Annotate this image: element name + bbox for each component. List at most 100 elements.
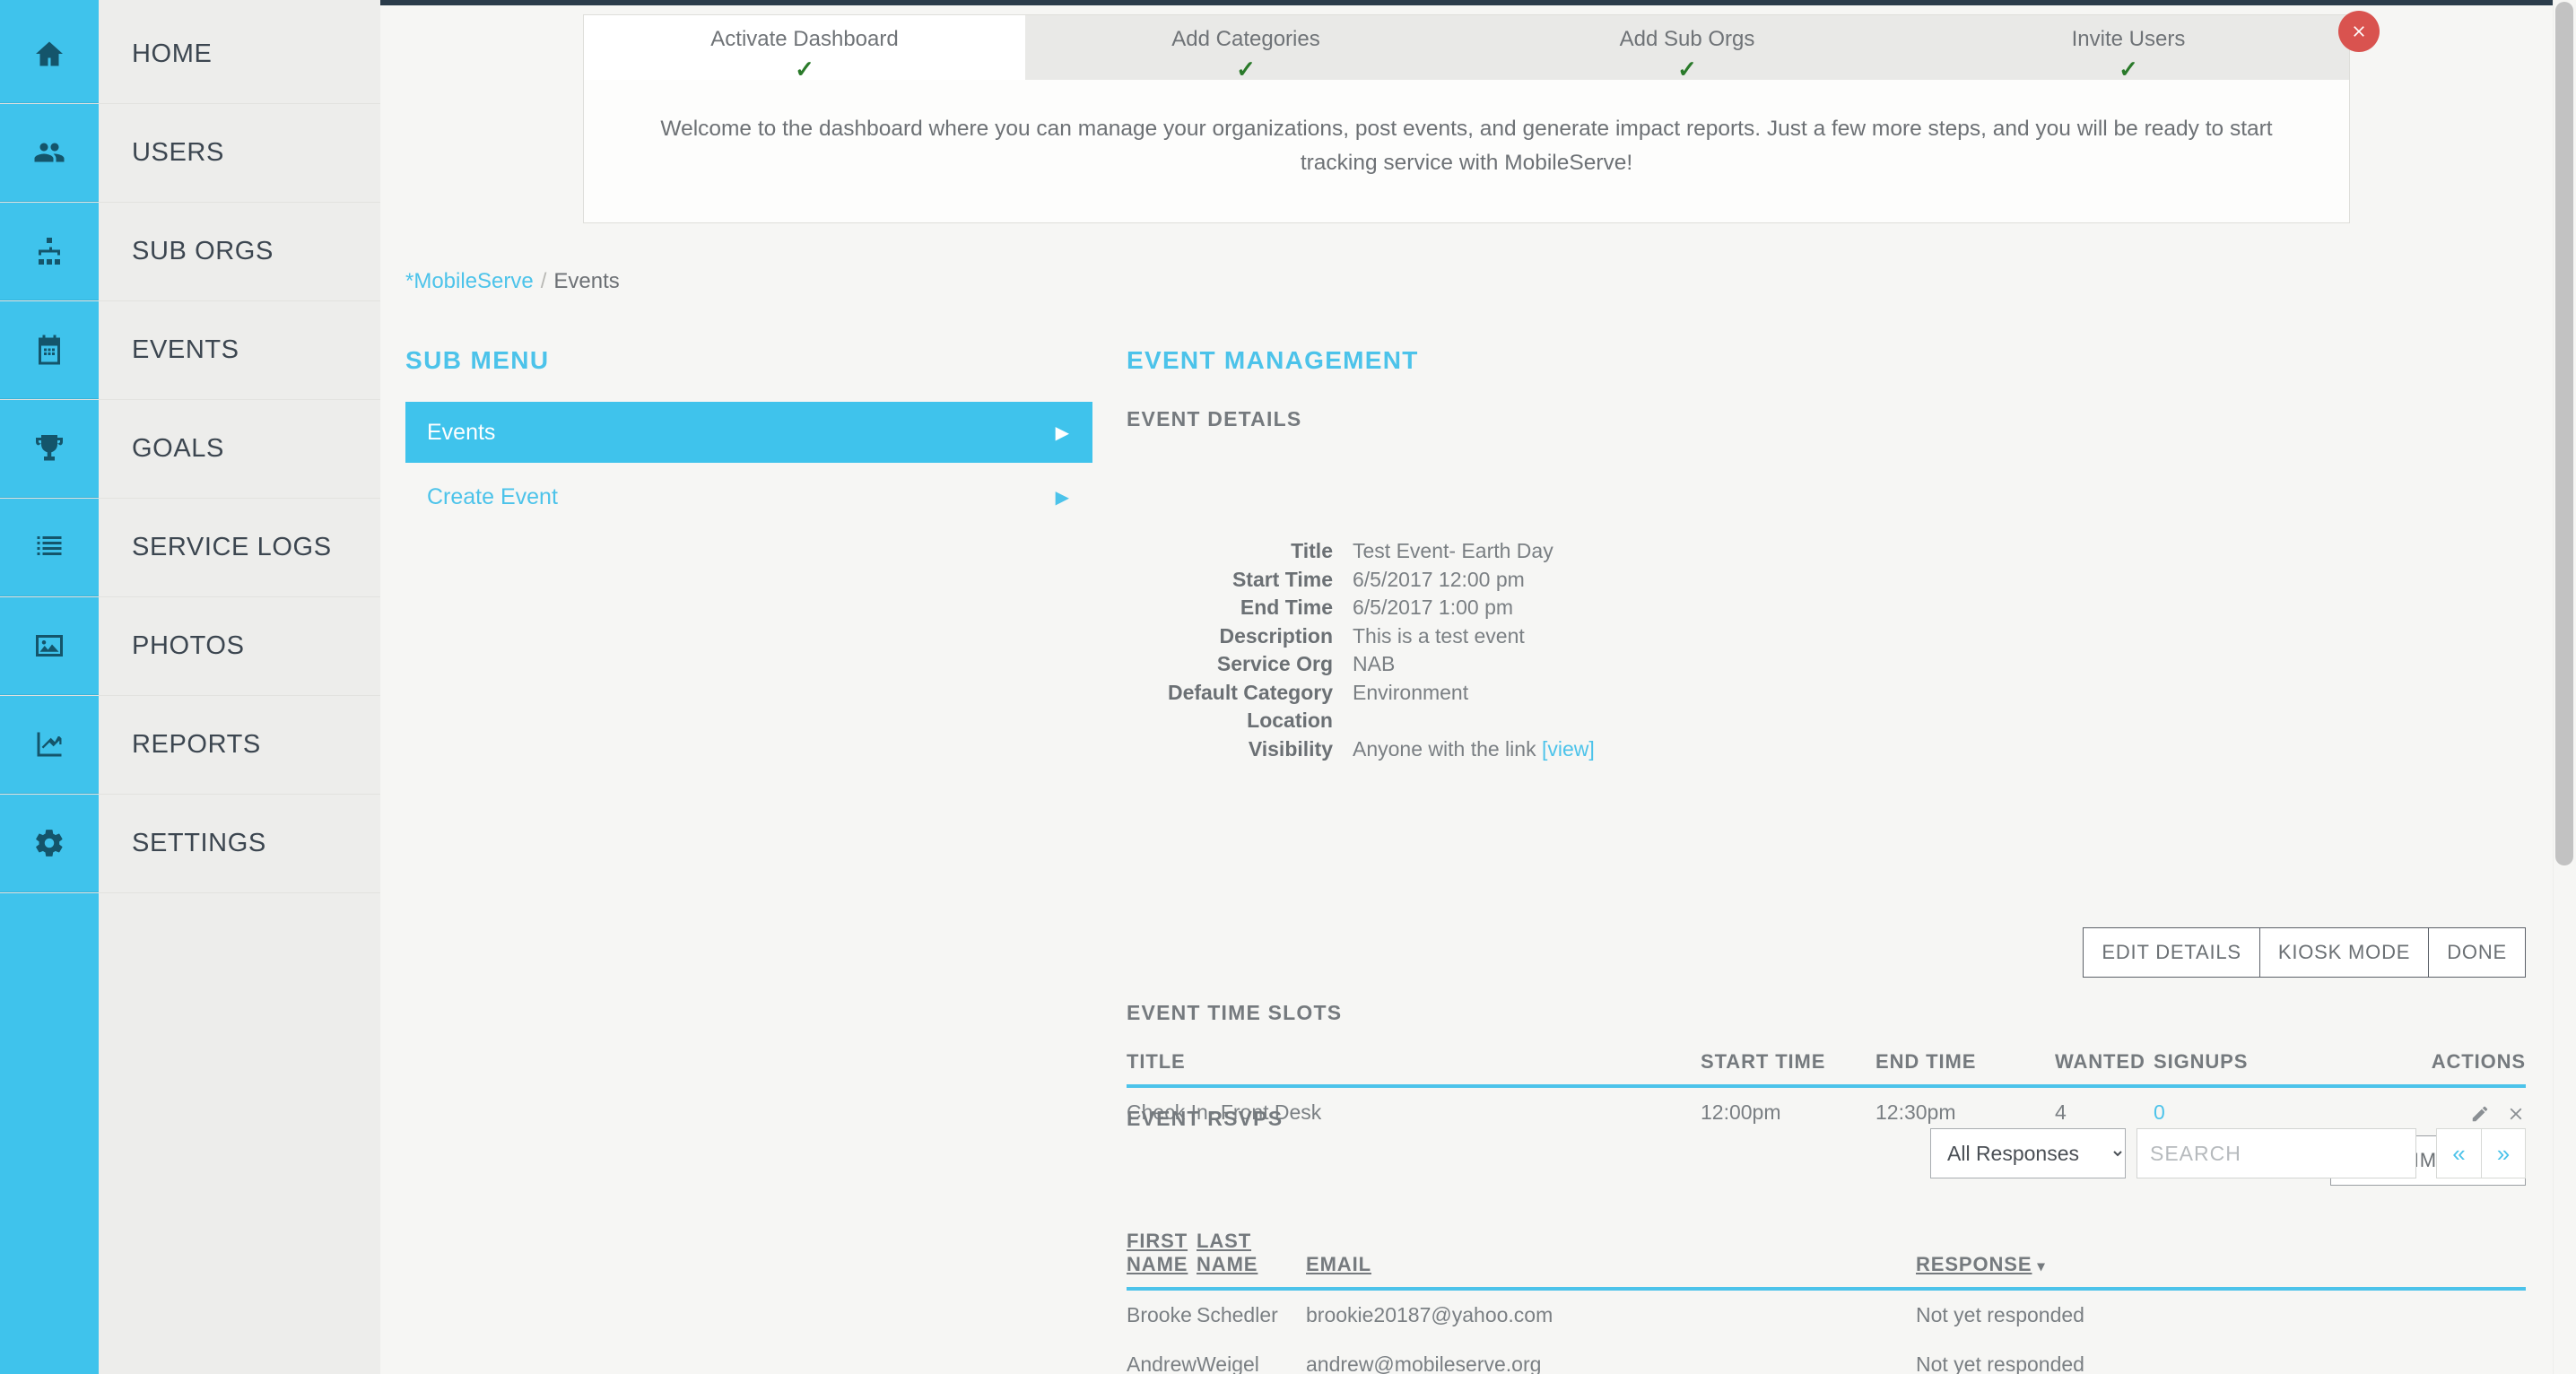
page-scrollbar-thumb[interactable] — [2555, 2, 2573, 865]
onboarding-panel: Activate Dashboard✓Add Categories✓Add Su… — [583, 14, 2350, 223]
rsvp-sort-link[interactable]: RESPONSE — [1916, 1253, 2032, 1275]
rsvp-sort-link[interactable]: LAST NAME — [1197, 1230, 1258, 1275]
detail-label: Title — [1127, 539, 1353, 563]
submenu-item-label: Create Event — [427, 484, 558, 510]
breadcrumb-root-link[interactable]: *MobileServe — [405, 269, 534, 293]
sidebar-item-label: EVENTS — [99, 301, 380, 399]
onboarding-tab-add-categories[interactable]: Add Categories✓ — [1025, 15, 1466, 80]
check-icon: ✓ — [795, 57, 814, 81]
onboarding-tab-activate-dashboard[interactable]: Activate Dashboard✓ — [584, 15, 1025, 80]
search-input[interactable] — [2137, 1128, 2416, 1178]
detail-label: End Time — [1127, 596, 1353, 620]
rsvp-last-name: Weigel — [1197, 1340, 1306, 1374]
detail-label: Description — [1127, 624, 1353, 648]
breadcrumb-current: Events — [553, 269, 619, 293]
onboarding-tab-list: Activate Dashboard✓Add Categories✓Add Su… — [584, 15, 2349, 80]
rsvp-toolbar: All Responses « » — [1930, 1128, 2526, 1178]
detail-value: 6/5/2017 1:00 pm — [1353, 596, 1513, 619]
time-slots-column-header: END TIME — [1875, 1050, 2055, 1086]
detail-row: DescriptionThis is a test event — [1127, 624, 2526, 653]
sidebar-item-service-logs[interactable]: SERVICE LOGS — [0, 499, 380, 597]
kiosk-mode-button[interactable]: KIOSK MODE — [2260, 928, 2429, 977]
rsvp-header-row: FIRST NAMELAST NAME EMAIL RESPONSE ▾ — [1127, 1230, 2526, 1289]
detail-value: NAB — [1353, 652, 1395, 675]
check-icon: ✓ — [1236, 57, 1256, 81]
sort-desc-caret-icon: ▾ — [2037, 1259, 2045, 1274]
sidebar-item-events[interactable]: EVENTS — [0, 301, 380, 400]
page-title: EVENT MANAGEMENT — [1127, 346, 2526, 375]
rsvp-column-header[interactable]: EMAIL — [1306, 1230, 1916, 1289]
sidebar-item-label: PHOTOS — [99, 597, 380, 695]
close-icon[interactable] — [2338, 11, 2380, 52]
detail-label: Visibility — [1127, 737, 1353, 761]
sidebar-item-label: GOALS — [99, 400, 380, 498]
prev-page-button[interactable]: « — [2436, 1128, 2481, 1178]
sidebar-item-goals[interactable]: GOALS — [0, 400, 380, 499]
rsvp-column-header[interactable]: LAST NAME — [1197, 1230, 1306, 1289]
rsvp-column-header[interactable]: FIRST NAME — [1127, 1230, 1197, 1289]
rsvp-column-header[interactable]: RESPONSE ▾ — [1916, 1230, 2526, 1289]
rsvp-table: FIRST NAMELAST NAME EMAIL RESPONSE ▾ Brooke… — [1127, 1230, 2526, 1374]
sidebar-item-label: REPORTS — [99, 696, 380, 794]
event-details-heading: EVENT DETAILS — [1127, 407, 2526, 431]
trophy-icon — [0, 400, 99, 498]
main-content: EVENT MANAGEMENT EVENT DETAILS TitleTest… — [1127, 346, 2526, 765]
calendar-icon — [0, 301, 99, 399]
onboarding-tab-invite-users[interactable]: Invite Users✓ — [1908, 15, 2349, 80]
sidebar-item-home[interactable]: HOME — [0, 5, 380, 104]
time-slots-column-header: WANTED — [2055, 1050, 2154, 1086]
detail-label: Service Org — [1127, 652, 1353, 676]
breadcrumb-separator: / — [541, 269, 547, 293]
detail-row: Service OrgNAB — [1127, 652, 2526, 681]
submenu-item-events[interactable]: Events▶ — [405, 402, 1092, 463]
detail-value: 6/5/2017 12:00 pm — [1353, 568, 1525, 591]
detail-row: Default CategoryEnvironment — [1127, 681, 2526, 709]
rsvp-sort-link[interactable]: EMAIL — [1306, 1253, 1371, 1275]
close-x-glyph — [2350, 22, 2368, 40]
sidebar-item-sub-orgs[interactable]: SUB ORGS — [0, 203, 380, 301]
detail-label: Location — [1127, 709, 1353, 733]
submenu-item-label: Events — [427, 420, 495, 446]
list-icon — [0, 499, 99, 596]
onboarding-tab-label: Invite Users — [2072, 24, 2186, 55]
sub-menu-title: SUB MENU — [405, 346, 1092, 375]
top-strip — [0, 0, 2576, 5]
chart-line-icon — [0, 696, 99, 794]
response-filter-select[interactable]: All Responses — [1930, 1128, 2126, 1178]
gear-icon — [0, 795, 99, 892]
detail-row: Location — [1127, 709, 2526, 737]
sidebar-item-label: USERS — [99, 104, 380, 202]
view-link[interactable]: [view] — [1542, 737, 1595, 761]
event-action-button-group: EDIT DETAILS KIOSK MODE DONE — [2083, 927, 2526, 978]
detail-value: Anyone with the link — [1353, 737, 1536, 761]
detail-row: TitleTest Event- Earth Day — [1127, 539, 2526, 568]
next-page-button[interactable]: » — [2481, 1128, 2526, 1178]
breadcrumb: *MobileServe /Events — [405, 269, 620, 294]
sidebar-item-label: SUB ORGS — [99, 203, 380, 300]
event-details-list: TitleTest Event- Earth DayStart Time6/5/… — [1127, 539, 2526, 765]
rsvp-email: andrew@mobileserve.org — [1306, 1340, 1916, 1374]
table-row: AndrewWeigelandrew@mobileserve.orgNot ye… — [1127, 1340, 2526, 1374]
sidebar-item-settings[interactable]: SETTINGS — [0, 795, 380, 893]
done-button[interactable]: DONE — [2429, 928, 2525, 977]
time-slots-column-header: START TIME — [1701, 1050, 1875, 1086]
page-scrollbar[interactable] — [2553, 0, 2576, 1374]
detail-row: End Time6/5/2017 1:00 pm — [1127, 596, 2526, 624]
sidebar-item-reports[interactable]: REPORTS — [0, 696, 380, 795]
rsvp-sort-link[interactable]: FIRST NAME — [1127, 1230, 1188, 1275]
sidebar-item-photos[interactable]: PHOTOS — [0, 597, 380, 696]
detail-value: Environment — [1353, 681, 1468, 704]
check-icon: ✓ — [1677, 57, 1697, 81]
sidebar-item-users[interactable]: USERS — [0, 104, 380, 203]
event-rsvps-section: EVENT RSVPS All Responses « » FIRST NAME… — [1127, 1107, 2526, 1374]
onboarding-message: Welcome to the dashboard where you can m… — [584, 80, 2349, 180]
table-row: BrookeSchedlerbrookie20187@yahoo.comNot … — [1127, 1289, 2526, 1340]
onboarding-tab-add-sub-orgs[interactable]: Add Sub Orgs✓ — [1466, 15, 1908, 80]
response-filter-wrap: All Responses — [1930, 1128, 2126, 1178]
event-rsvps-heading: EVENT RSVPS — [1127, 1107, 2526, 1131]
edit-details-button[interactable]: EDIT DETAILS — [2084, 928, 2260, 977]
sitemap-icon — [0, 203, 99, 300]
pagination-controls: « » — [2436, 1128, 2526, 1178]
image-icon — [0, 597, 99, 695]
submenu-item-create-event[interactable]: Create Event▶ — [405, 466, 1092, 527]
